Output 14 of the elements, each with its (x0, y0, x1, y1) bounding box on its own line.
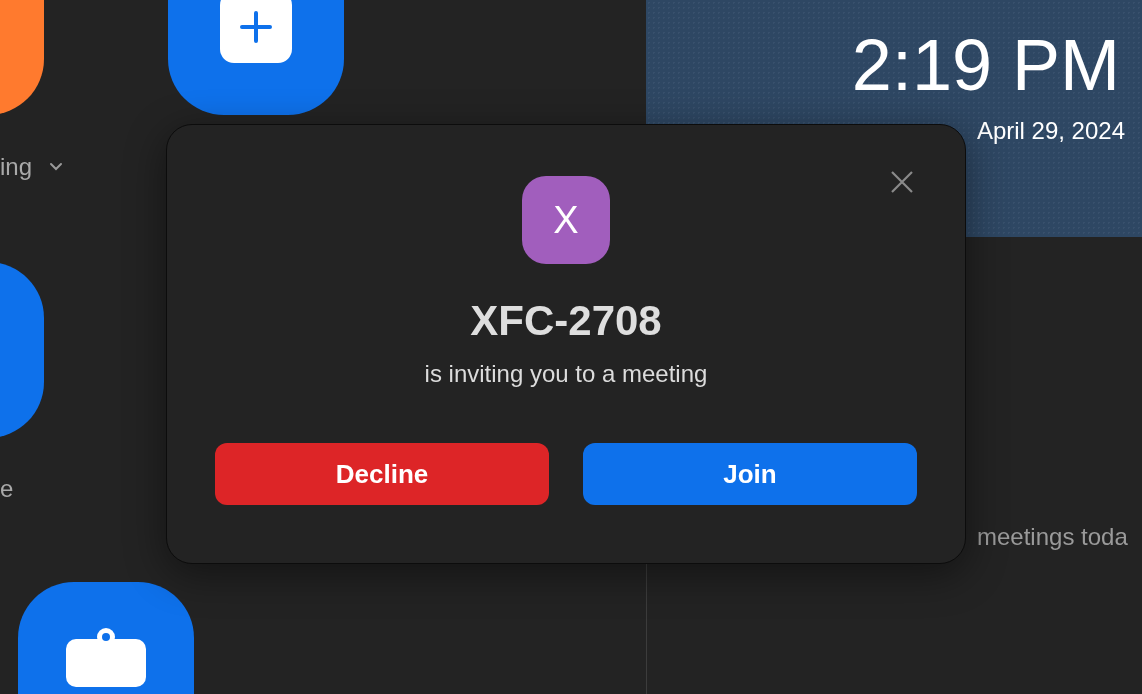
plus-icon (220, 0, 292, 63)
caller-name: XFC-2708 (470, 296, 662, 346)
agenda-text: meetings toda (977, 522, 1129, 552)
join-button[interactable]: Join (583, 443, 917, 505)
tile-label: e (0, 474, 14, 504)
invite-message: is inviting you to a meeting (424, 359, 708, 389)
decline-button[interactable]: Decline (215, 443, 549, 505)
clipboard-icon (66, 627, 146, 687)
avatar: X (522, 176, 610, 264)
tile-label: ing (0, 152, 33, 182)
close-button[interactable] (889, 169, 915, 195)
close-icon (890, 170, 914, 195)
date-text: April 29, 2024 (976, 116, 1125, 146)
clock-time: 2:19 PM (851, 24, 1120, 107)
